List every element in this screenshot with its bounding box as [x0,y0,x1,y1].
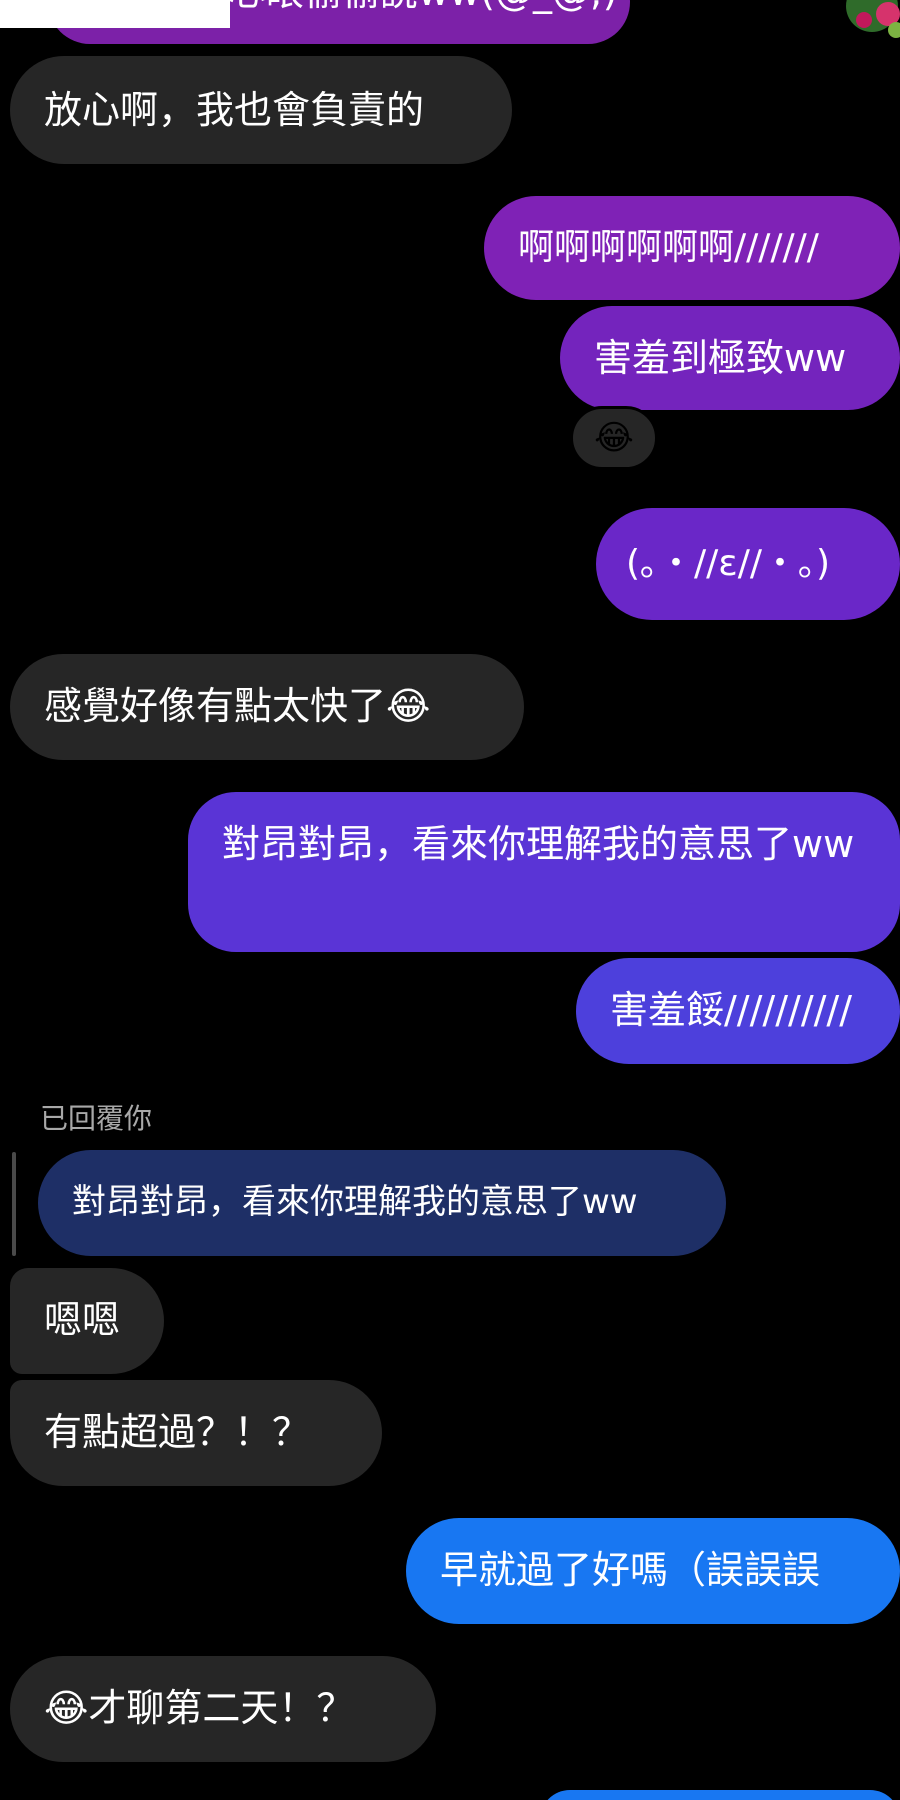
message-text: 早就過了好嗎（誤誤誤 [440,1548,821,1592]
message-text: 嗯嗯 [44,1298,121,1342]
sent-message-bubble[interactable]: 啊啊啊啊啊啊/////// [484,196,900,300]
sent-message-bubble[interactable]: 害羞餒////////// [576,958,900,1064]
sent-message-bubble[interactable]: 對昂對昂，看來你理解我的意思了ww [188,792,900,952]
message-text: 對昂對昂，看來你理解我的意思了ww [222,822,855,866]
message-text: 害羞餒////////// [610,988,853,1032]
received-message-bubble[interactable]: 😂才聊第二天！？ [10,1656,436,1762]
sent-message-bubble[interactable]: 害羞到極致ww [560,306,900,410]
reply-quote-bar [12,1152,16,1256]
sent-message-bubble[interactable]: 早就過了好嗎（誤誤誤 [406,1518,900,1624]
reply-indicator-label: 已回覆你 [40,1102,153,1135]
reaction-badge[interactable]: 😂 [570,406,658,470]
sent-message-bubble[interactable]: (｡・//ε//・｡) [596,508,900,620]
replied-message-quote[interactable]: 對昂對昂，看來你理解我的意思了ww [38,1150,726,1256]
received-message-bubble[interactable]: 有點超過？！？ [10,1380,382,1486]
avatar-fragment [810,0,900,42]
quote-text: 對昂對昂，看來你理解我的意思了ww [72,1182,638,1222]
message-text: (｡・//ε//・｡) [626,543,831,584]
chat-thread[interactable]: 心眼偷偷說ww(@_@;) 放心啊，我也會負責的 啊啊啊啊啊啊/////// 害… [0,0,900,1800]
message-text: 心眼偷偷說ww(@_@;) [228,0,630,14]
message-text: 害羞到極致ww [594,336,847,380]
sent-message-bubble[interactable] [540,1790,900,1800]
message-text: 放心啊，我也會負責的 [44,88,425,132]
received-message-bubble[interactable]: 放心啊，我也會負責的 [10,56,512,164]
received-message-bubble[interactable]: 嗯嗯 [10,1268,164,1374]
received-message-bubble[interactable]: 感覺好像有點太快了😂 [10,654,524,760]
message-text: 😂才聊第二天！？ [44,1686,355,1730]
message-text: 啊啊啊啊啊啊/////// [518,227,819,268]
message-text: 有點超過？！？ [44,1410,311,1454]
cropped-image-fragment [0,0,230,28]
message-text: 感覺好像有點太快了😂 [44,684,431,728]
laughing-emoji-icon: 😂 [594,418,634,458]
